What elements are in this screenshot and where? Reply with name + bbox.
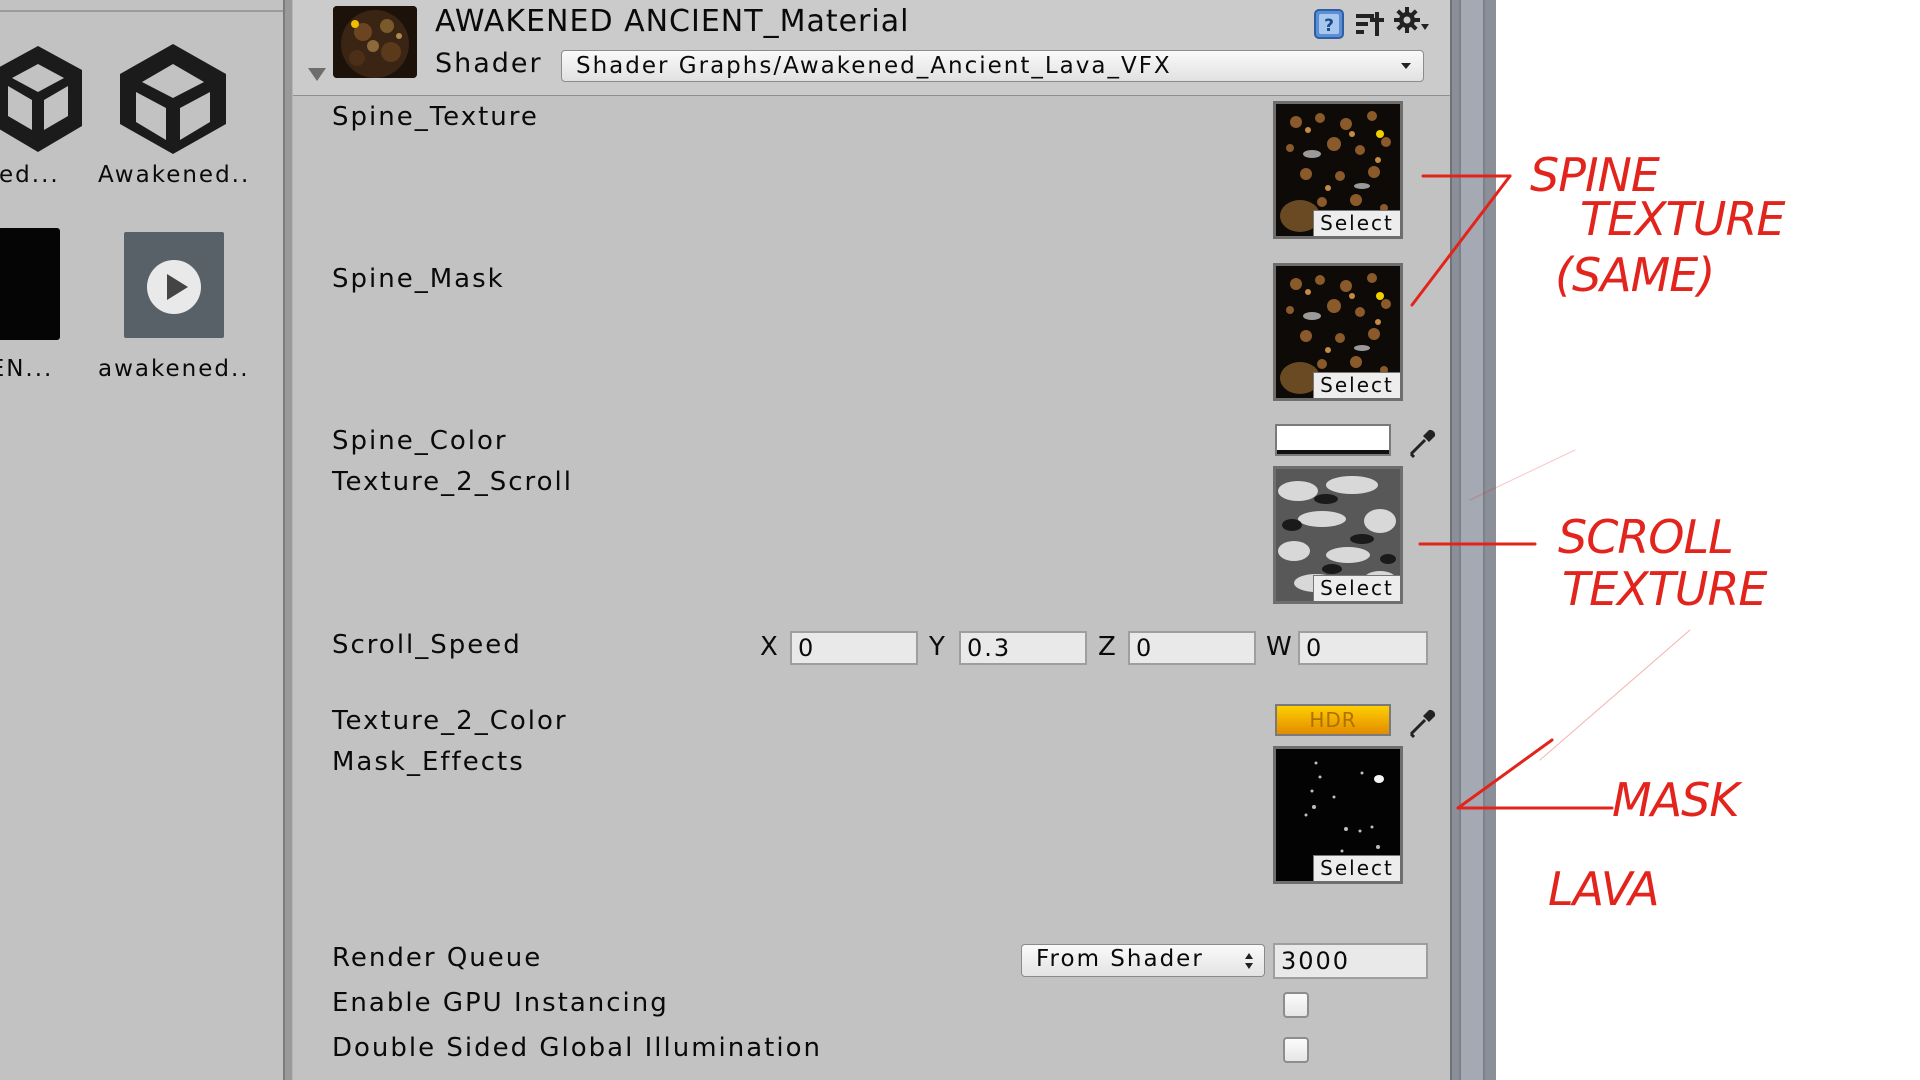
- gear-icon[interactable]: [1393, 6, 1429, 38]
- annotation-mask-line-1: MASK: [1612, 773, 1740, 827]
- project-panel: ened... Awakened... KEN...: [0, 0, 283, 1080]
- scroll-speed-y-field[interactable]: 0.3: [959, 631, 1087, 665]
- double-sided-gi-checkbox[interactable]: [1283, 1037, 1309, 1063]
- annotation-scroll-line-2: TEXTURE: [1562, 562, 1767, 616]
- texture-2-color-label: Texture_2_Color: [332, 706, 568, 736]
- texture-2-color-swatch[interactable]: HDR: [1275, 704, 1391, 736]
- spine-mask-slot[interactable]: Select: [1273, 263, 1403, 401]
- material-header: AWAKENED ANCIENT_Material Shader Shader …: [293, 0, 1450, 96]
- material-preview-thumbnail: [333, 6, 417, 78]
- z-axis-label: Z: [1098, 632, 1118, 662]
- scroll-speed-label: Scroll_Speed: [332, 630, 522, 660]
- black-texture-thumbnail: [0, 228, 60, 340]
- foldout-arrow-icon[interactable]: [308, 68, 326, 81]
- screenshot-stage: ened... Awakened... KEN...: [0, 0, 1920, 1080]
- mask-effects-label: Mask_Effects: [332, 747, 525, 777]
- w-axis-label: W: [1266, 632, 1294, 662]
- y-axis-label: Y: [929, 632, 947, 662]
- render-queue-label: Render Queue: [332, 943, 543, 973]
- spine-texture-slot[interactable]: Select: [1273, 101, 1403, 239]
- select-button[interactable]: Select: [1313, 855, 1400, 881]
- gpu-instancing-label: Enable GPU Instancing: [332, 988, 669, 1018]
- render-queue-dropdown[interactable]: From Shader: [1021, 944, 1265, 977]
- animation-clip-thumbnail: [124, 232, 224, 338]
- shader-label: Shader: [435, 48, 543, 79]
- select-button[interactable]: Select: [1313, 575, 1400, 601]
- up-down-arrows-icon: [1245, 953, 1253, 969]
- scrollbar-thumb[interactable]: [1459, 0, 1485, 1080]
- annotation-spine-line-2: TEXTURE: [1580, 192, 1785, 246]
- annotation-scroll-line-1: SCROLL: [1558, 510, 1734, 564]
- texture-2-scroll-label: Texture_2_Scroll: [332, 467, 573, 497]
- unity-logo-icon: [0, 46, 82, 152]
- unity-logo-icon: [120, 44, 226, 154]
- x-axis-label: X: [760, 632, 780, 662]
- spine-color-label: Spine_Color: [332, 426, 508, 456]
- texture-2-scroll-slot[interactable]: Select: [1273, 466, 1403, 604]
- preset-icon[interactable]: [1353, 8, 1385, 40]
- spine-color-swatch[interactable]: [1275, 424, 1391, 456]
- inspector-panel: AWAKENED ANCIENT_Material Shader Shader …: [293, 0, 1450, 1080]
- asset-label: KEN...: [0, 356, 54, 382]
- play-icon: [147, 260, 201, 314]
- render-queue-value-field[interactable]: 3000: [1273, 943, 1428, 979]
- select-button[interactable]: Select: [1313, 372, 1400, 398]
- color-alpha-bar: [1277, 450, 1389, 454]
- asset-label: Awakened...: [98, 162, 248, 188]
- annotation-mask-line-2: LAVA: [1548, 862, 1660, 916]
- double-sided-gi-label: Double Sided Global Illumination: [332, 1033, 822, 1063]
- help-icon[interactable]: ?: [1313, 8, 1345, 40]
- scroll-speed-w-field[interactable]: 0: [1298, 631, 1428, 665]
- asset-label: ened...: [0, 162, 60, 188]
- mask-effects-slot[interactable]: Select: [1273, 746, 1403, 884]
- material-name: AWAKENED ANCIENT_Material: [435, 4, 910, 39]
- panel-splitter[interactable]: [283, 0, 293, 1080]
- annotation-faint-stroke: [1539, 629, 1691, 761]
- shader-dropdown[interactable]: Shader Graphs/Awakened_Ancient_Lava_VFX: [561, 50, 1424, 82]
- eyedropper-icon[interactable]: [1405, 422, 1443, 460]
- gpu-instancing-checkbox[interactable]: [1283, 992, 1309, 1018]
- eyedropper-icon[interactable]: [1405, 702, 1443, 740]
- render-queue-mode: From Shader: [1036, 946, 1204, 972]
- select-button[interactable]: Select: [1313, 210, 1400, 236]
- scroll-speed-z-field[interactable]: 0: [1128, 631, 1256, 665]
- spine-mask-label: Spine_Mask: [332, 264, 505, 294]
- svg-text:?: ?: [1324, 16, 1334, 36]
- scroll-speed-x-field[interactable]: 0: [790, 631, 918, 665]
- shader-dropdown-value: Shader Graphs/Awakened_Ancient_Lava_VFX: [576, 53, 1172, 79]
- asset-label: awakened...: [98, 356, 248, 382]
- panel-top-divider: [0, 10, 283, 12]
- annotation-spine-line-3: (SAME): [1555, 248, 1715, 302]
- hdr-badge: HDR: [1309, 708, 1357, 732]
- chevron-down-icon: [1401, 63, 1411, 69]
- spine-texture-label: Spine_Texture: [332, 102, 539, 132]
